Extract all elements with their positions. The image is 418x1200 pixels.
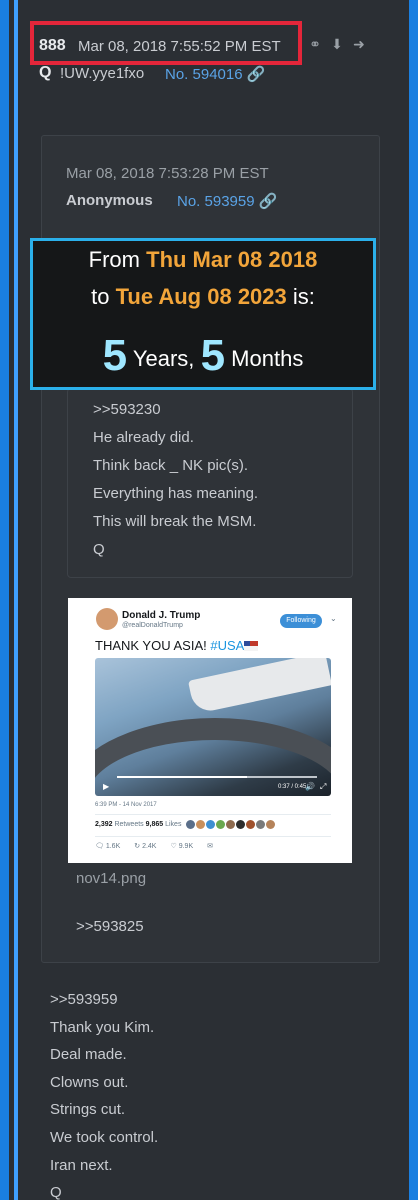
- body-line: Q: [50, 1184, 62, 1200]
- arrow-right-circle-icon[interactable]: ➜: [351, 36, 367, 52]
- post-link[interactable]: No. 594016 🔗: [165, 65, 265, 83]
- avatar: [196, 820, 205, 829]
- post-actions: ⚭ ⬇ ➜: [307, 36, 367, 52]
- to-label: to: [91, 284, 110, 309]
- plane-wing: [187, 658, 331, 715]
- body-line: Thank you Kim.: [50, 1018, 155, 1036]
- body-line[interactable]: >>593959: [50, 986, 158, 1014]
- avatar: [216, 820, 225, 829]
- reply-reference[interactable]: >>593825: [76, 918, 144, 935]
- like-action: ♡ 9.9K: [170, 842, 193, 850]
- us-flag-icon: [244, 641, 259, 651]
- nested-line: Think back _ NK pic(s).: [93, 457, 249, 474]
- retweets-count: 2,392: [95, 821, 113, 828]
- left-accent-bar: [14, 0, 18, 1200]
- retweet-icon: ↻: [134, 843, 141, 850]
- tweet-actions: 🗨 1.6K ↻ 2.4K ♡ 9.9K ✉: [95, 842, 213, 850]
- avatar: [226, 820, 235, 829]
- from-date: Thu Mar 08 2018: [146, 247, 318, 272]
- tripcode: !UW.yye1fxo: [60, 65, 145, 82]
- quoted-post-date: Mar 08, 2018 7:53:28 PM EST: [66, 165, 269, 182]
- share-icon[interactable]: ⚭: [307, 36, 323, 52]
- date-difference-overlay: From Thu Mar 08 2018 to Tue Aug 08 2023 …: [30, 238, 376, 390]
- body-line: Clowns out.: [50, 1073, 129, 1091]
- post-body: >>593959 Thank you Kim. Deal made. Clown…: [50, 986, 158, 1200]
- years-number: 5: [102, 331, 128, 380]
- nested-line: He already did.: [93, 429, 194, 446]
- following-button: Following: [280, 614, 322, 628]
- overlay-to-line: to Tue Aug 08 2023 is:: [33, 284, 373, 310]
- months-label: Months: [231, 346, 304, 371]
- tweet-author-handle: @realDonaldTrump: [122, 622, 183, 629]
- message-icon: ✉: [207, 843, 213, 850]
- from-label: From: [88, 247, 140, 272]
- quoted-post-link-label: No. 593959: [177, 193, 255, 210]
- retweet-action: ↻ 2.4K: [134, 842, 156, 850]
- divider: [95, 814, 331, 815]
- retweets-label: Retweets: [114, 821, 144, 828]
- nested-line: This will break the MSM.: [93, 513, 257, 530]
- quoted-post-author: Anonymous: [66, 192, 153, 209]
- tweet-author-name: Donald J. Trump: [122, 610, 201, 621]
- to-date: Tue Aug 08 2023: [115, 284, 287, 309]
- post-panel: 888 Mar 08, 2018 7:55:52 PM EST ⚭ ⬇ ➜ Q …: [9, 0, 409, 1200]
- heart-icon: ♡: [170, 843, 177, 850]
- post-link-label: No. 594016: [165, 66, 243, 83]
- body-line: Iran next.: [50, 1156, 113, 1174]
- reply-count: 1.6K: [105, 843, 121, 850]
- reply-action: 🗨 1.6K: [95, 842, 120, 850]
- years-label: Years,: [132, 346, 195, 371]
- tweet-text-prefix: THANK YOU ASIA!: [95, 638, 211, 653]
- post-author: Q: [39, 64, 52, 81]
- highlight-box: [30, 21, 302, 65]
- nested-line: Everything has meaning.: [93, 485, 259, 502]
- quoted-post-link[interactable]: No. 593959 🔗: [177, 192, 277, 210]
- play-icon: ▶: [103, 782, 110, 791]
- link-icon: 🔗: [258, 193, 278, 210]
- chevron-down-icon: ⌄: [330, 614, 337, 623]
- like-count: 9.9K: [178, 843, 194, 850]
- is-label: is:: [292, 284, 315, 309]
- tweet-timestamp: 6:39 PM - 14 Nov 2017: [95, 802, 157, 808]
- body-line: We took control.: [50, 1128, 159, 1146]
- body-line: Deal made.: [50, 1046, 127, 1064]
- nested-quote-lines: >>593230 He already did. Think back _ NK…: [93, 396, 258, 564]
- likes-label: Likes: [165, 821, 182, 828]
- attachment-filename[interactable]: nov14.png: [76, 870, 146, 887]
- avatar: [206, 820, 215, 829]
- tweet-hashtag: #USA: [210, 638, 245, 653]
- avatar: [186, 820, 195, 829]
- tweet-image[interactable]: Donald J. Trump @realDonaldTrump Followi…: [68, 598, 352, 863]
- retweet-count: 2.4K: [142, 843, 157, 850]
- body-line: Strings cut.: [50, 1101, 126, 1119]
- volume-icon: 🔊: [305, 782, 315, 791]
- nested-line: Q: [93, 541, 105, 558]
- divider: [95, 836, 331, 837]
- avatar: [236, 820, 245, 829]
- reply-icon: 🗨: [95, 843, 104, 850]
- download-icon[interactable]: ⬇: [329, 36, 345, 52]
- avatar: [266, 820, 275, 829]
- months-number: 5: [200, 331, 226, 380]
- fullscreen-icon: ⤢: [320, 782, 327, 791]
- likes-count: 9,865: [145, 821, 164, 828]
- video-progress-fill: [117, 776, 247, 778]
- avatar: [256, 820, 265, 829]
- avatar: [96, 608, 118, 630]
- avatar: [246, 820, 255, 829]
- tweet-text: THANK YOU ASIA! #USA: [95, 638, 259, 653]
- overlay-from-line: From Thu Mar 08 2018: [33, 247, 373, 273]
- video-time: 0:37 / 0:45: [278, 784, 307, 790]
- liker-avatars: [186, 820, 275, 829]
- tweet-video: ▶ 0:37 / 0:45 🔊 ⤢: [95, 658, 331, 796]
- overlay-result-line: 5 Years, 5 Months: [33, 331, 373, 381]
- nested-line[interactable]: >>593230: [93, 396, 258, 424]
- tweet-stats: 2,392 Retweets 9,865 Likes: [95, 821, 181, 828]
- link-icon: 🔗: [246, 66, 266, 83]
